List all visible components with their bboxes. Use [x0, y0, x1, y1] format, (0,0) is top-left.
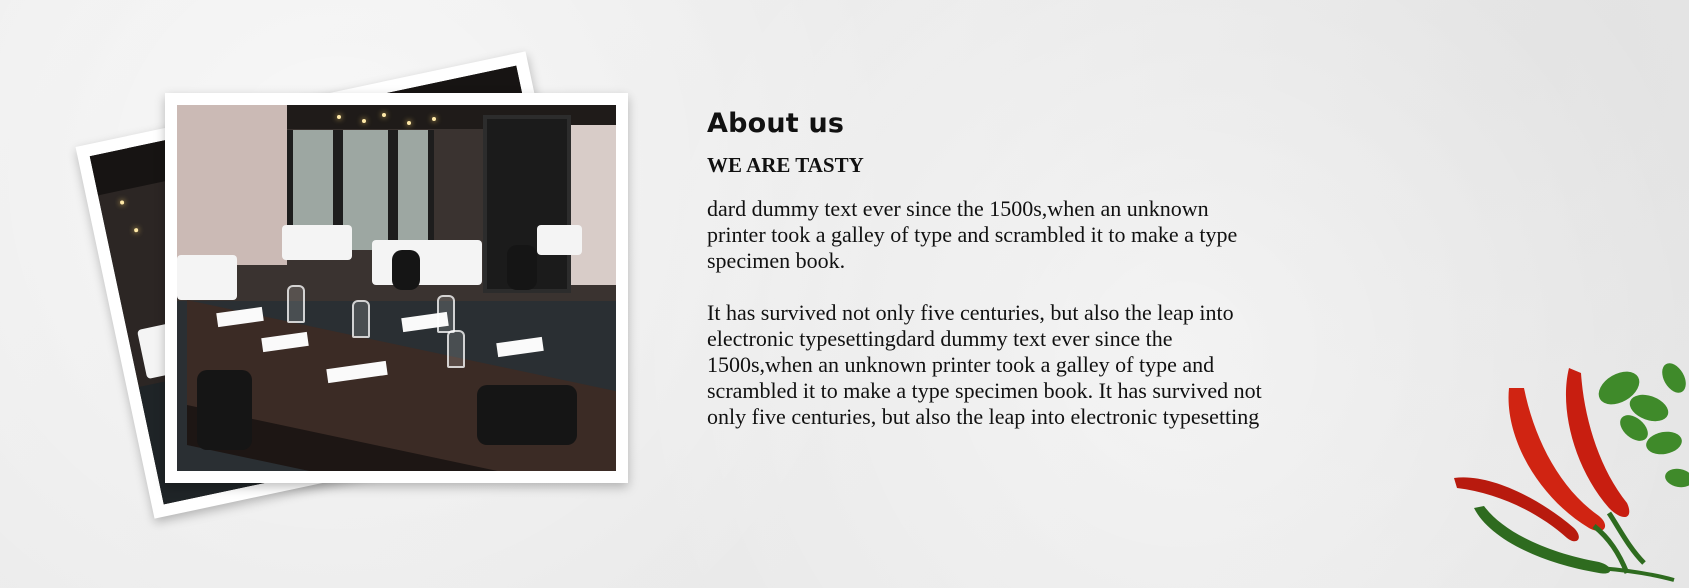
photo-stack	[75, 51, 650, 540]
herb-leaves-icon	[1598, 363, 1689, 488]
about-subtitle: WE ARE TASTY	[707, 153, 864, 177]
about-content: About us WE ARE TASTY dard dummy text ev…	[707, 108, 1287, 430]
about-paragraph-2: It has survived not only five centuries,…	[707, 300, 1262, 429]
restaurant-interior-image	[177, 105, 616, 471]
about-section: About us WE ARE TASTY dard dummy text ev…	[0, 0, 1689, 588]
about-paragraph-1: dard dummy text ever since the 1500s,whe…	[707, 196, 1238, 273]
chili-peppers-decoration	[1454, 363, 1689, 582]
about-title: About us	[707, 108, 845, 139]
front-photo	[165, 93, 628, 483]
